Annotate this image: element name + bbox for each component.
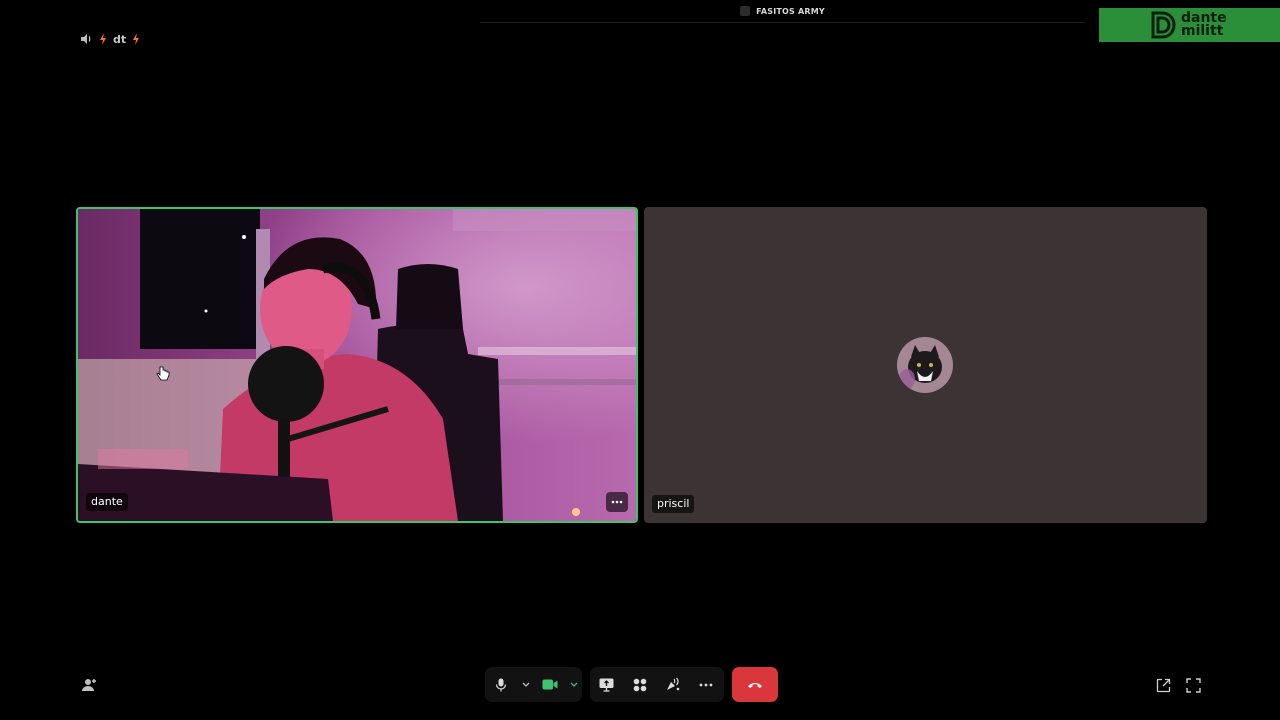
soundboard-icon [667,677,680,691]
video-tile-priscil[interactable]: priscil [644,207,1207,523]
more-options-button[interactable] [689,667,722,702]
more-icon [699,683,712,686]
participant-name: priscil [657,497,690,510]
lightning-icon [99,33,107,45]
fullscreen-icon [1185,677,1201,693]
brand-line2: militt [1181,23,1224,39]
brand-text: dante militt [1181,11,1227,39]
screen-share-icon [599,678,614,692]
popout-icon [1156,678,1170,692]
fullscreen-button[interactable] [1183,675,1203,695]
hangup-icon [748,682,762,688]
chevron-down-icon [570,682,578,687]
camera-icon [542,679,558,690]
channel-header: FASITOS ARMY [480,0,1085,23]
microphone-icon [496,678,507,691]
activities-icon [633,678,646,691]
lightning-icon [132,33,140,45]
screen-share-button[interactable] [590,667,623,702]
cursor-hand-icon [156,366,170,381]
av-controls [485,667,582,702]
video-feed [78,209,636,521]
voice-status: dt [80,31,140,47]
camera-button[interactable] [534,667,567,702]
microphone-options-button[interactable] [518,667,534,702]
brand-badge: dante militt [1099,8,1280,42]
invite-button[interactable] [79,675,99,695]
tile-more-button[interactable] [606,492,628,512]
activity-controls [590,667,724,702]
activities-button[interactable] [623,667,656,702]
server-icon [740,6,751,16]
voice-label: dt [113,32,127,46]
popout-button[interactable] [1153,675,1173,695]
chevron-down-icon [522,682,530,687]
soundboard-button[interactable] [656,667,689,702]
server-name: FASITOS ARMY [756,6,825,16]
microphone-button[interactable] [485,667,518,702]
brand-logo-icon [1151,11,1176,39]
participant-name-tag: priscil [652,495,695,513]
participant-name: dante [91,495,123,508]
video-tile-dante[interactable]: dante [76,207,638,523]
avatar [897,337,953,393]
disconnect-button[interactable] [732,667,778,702]
invite-icon [82,679,96,691]
speaker-icon[interactable] [80,33,93,45]
more-icon [611,500,623,504]
participant-name-tag: dante [86,493,128,511]
camera-options-button[interactable] [566,667,582,702]
